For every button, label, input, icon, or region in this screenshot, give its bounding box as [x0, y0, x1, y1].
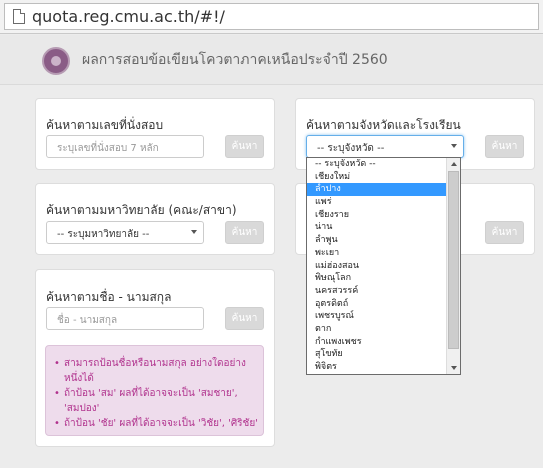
scrollbar-thumb[interactable]	[448, 171, 459, 349]
scroll-down-icon[interactable]	[451, 366, 457, 370]
school-search-button[interactable]: ค้นหา	[485, 221, 524, 244]
province-select-value: -- ระบุจังหวัด --	[317, 143, 385, 154]
province-option[interactable]: พะเยา	[307, 247, 447, 260]
search-tip-item: สามารถป้อนชื่อหรือนามสกุล อย่างใดอย่างหน…	[54, 356, 259, 386]
name-search-title: ค้นหาตามชื่อ - นามสกุล	[46, 290, 172, 304]
name-search-button[interactable]: ค้นหา	[225, 307, 264, 330]
province-dropdown-list[interactable]: -- ระบุจังหวัด -- เชียงใหม่ ลำปาง แพร่ เชียง…	[306, 157, 461, 375]
province-option[interactable]: กำแพงเพชร	[307, 336, 447, 349]
page-title: ผลการสอบข้อเขียนโควตาภาคเหนือประจำปี 256…	[82, 52, 388, 68]
province-option[interactable]: อุตรดิตถ์	[307, 298, 447, 311]
search-tips-list: สามารถป้อนชื่อหรือนามสกุล อย่างใดอย่างหน…	[54, 356, 259, 431]
province-options: -- ระบุจังหวัด -- เชียงใหม่ ลำปาง แพร่ เชียง…	[307, 158, 447, 374]
page-header: ผลการสอบข้อเขียนโควตาภาคเหนือประจำปี 256…	[0, 35, 543, 85]
province-option[interactable]: เชียงราย	[307, 209, 447, 222]
province-option[interactable]: ตาก	[307, 323, 447, 336]
search-tip-item: ถ้าป้อน 'สม' ผลที่ได้อาจจะเป็น 'สมชาย', …	[54, 386, 259, 416]
address-bar: quota.reg.cmu.ac.th/#!/	[0, 0, 543, 34]
university-logo-icon	[42, 47, 70, 75]
search-tips-box: สามารถป้อนชื่อหรือนามสกุล อย่างใดอย่างหน…	[45, 345, 264, 436]
province-search-button[interactable]: ค้นหา	[485, 135, 524, 158]
university-search-button[interactable]: ค้นหา	[225, 221, 264, 244]
province-option[interactable]: -- ระบุจังหวัด --	[307, 158, 447, 171]
province-search-title: ค้นหาตามจังหวัดและโรงเรียน	[306, 118, 461, 132]
province-option[interactable]: พิจิตร	[307, 361, 447, 374]
dropdown-scrollbar[interactable]	[446, 158, 460, 374]
scroll-up-icon[interactable]	[451, 162, 457, 166]
province-option[interactable]: ลำปาง	[307, 183, 447, 197]
province-option[interactable]: น่าน	[307, 221, 447, 234]
province-option[interactable]: พิษณุโลก	[307, 272, 447, 285]
seat-number-input[interactable]: ระบุเลขที่นั่งสอบ 7 หลัก	[46, 135, 204, 158]
province-option[interactable]: เพชรบูรณ์	[307, 310, 447, 323]
chevron-down-icon	[451, 144, 457, 148]
province-option[interactable]: ลำพูน	[307, 234, 447, 247]
province-option[interactable]: แพร่	[307, 196, 447, 209]
province-option[interactable]: สุโขทัย	[307, 348, 447, 361]
seat-search-title: ค้นหาตามเลขที่นั่งสอบ	[46, 118, 164, 132]
university-search-panel: ค้นหาตามมหาวิทยาลัย (คณะ/สาขา) -- ระบุมห…	[35, 183, 275, 255]
seat-search-panel: ค้นหาตามเลขที่นั่งสอบ ระบุเลขที่นั่งสอบ …	[35, 98, 275, 170]
page-icon	[13, 9, 25, 24]
province-option[interactable]: แม่ฮ่องสอน	[307, 260, 447, 273]
province-select[interactable]: -- ระบุจังหวัด --	[306, 135, 464, 158]
seat-search-button[interactable]: ค้นหา	[225, 135, 264, 158]
university-search-title: ค้นหาตามมหาวิทยาลัย (คณะ/สาขา)	[46, 203, 237, 217]
university-select-value: -- ระบุมหาวิทยาลัย --	[57, 229, 150, 240]
province-option[interactable]: เชียงใหม่	[307, 171, 447, 184]
url-field[interactable]: quota.reg.cmu.ac.th/#!/	[4, 3, 539, 30]
name-input[interactable]: ชื่อ - นามสกุล	[46, 307, 204, 330]
province-option[interactable]: นครสวรรค์	[307, 285, 447, 298]
chevron-down-icon	[191, 230, 197, 234]
url-text: quota.reg.cmu.ac.th/#!/	[32, 7, 225, 26]
search-tip-item: ถ้าป้อน 'ชัย' ผลที่ได้อาจจะเป็น 'วิชัย',…	[54, 416, 259, 431]
university-select[interactable]: -- ระบุมหาวิทยาลัย --	[46, 221, 204, 244]
